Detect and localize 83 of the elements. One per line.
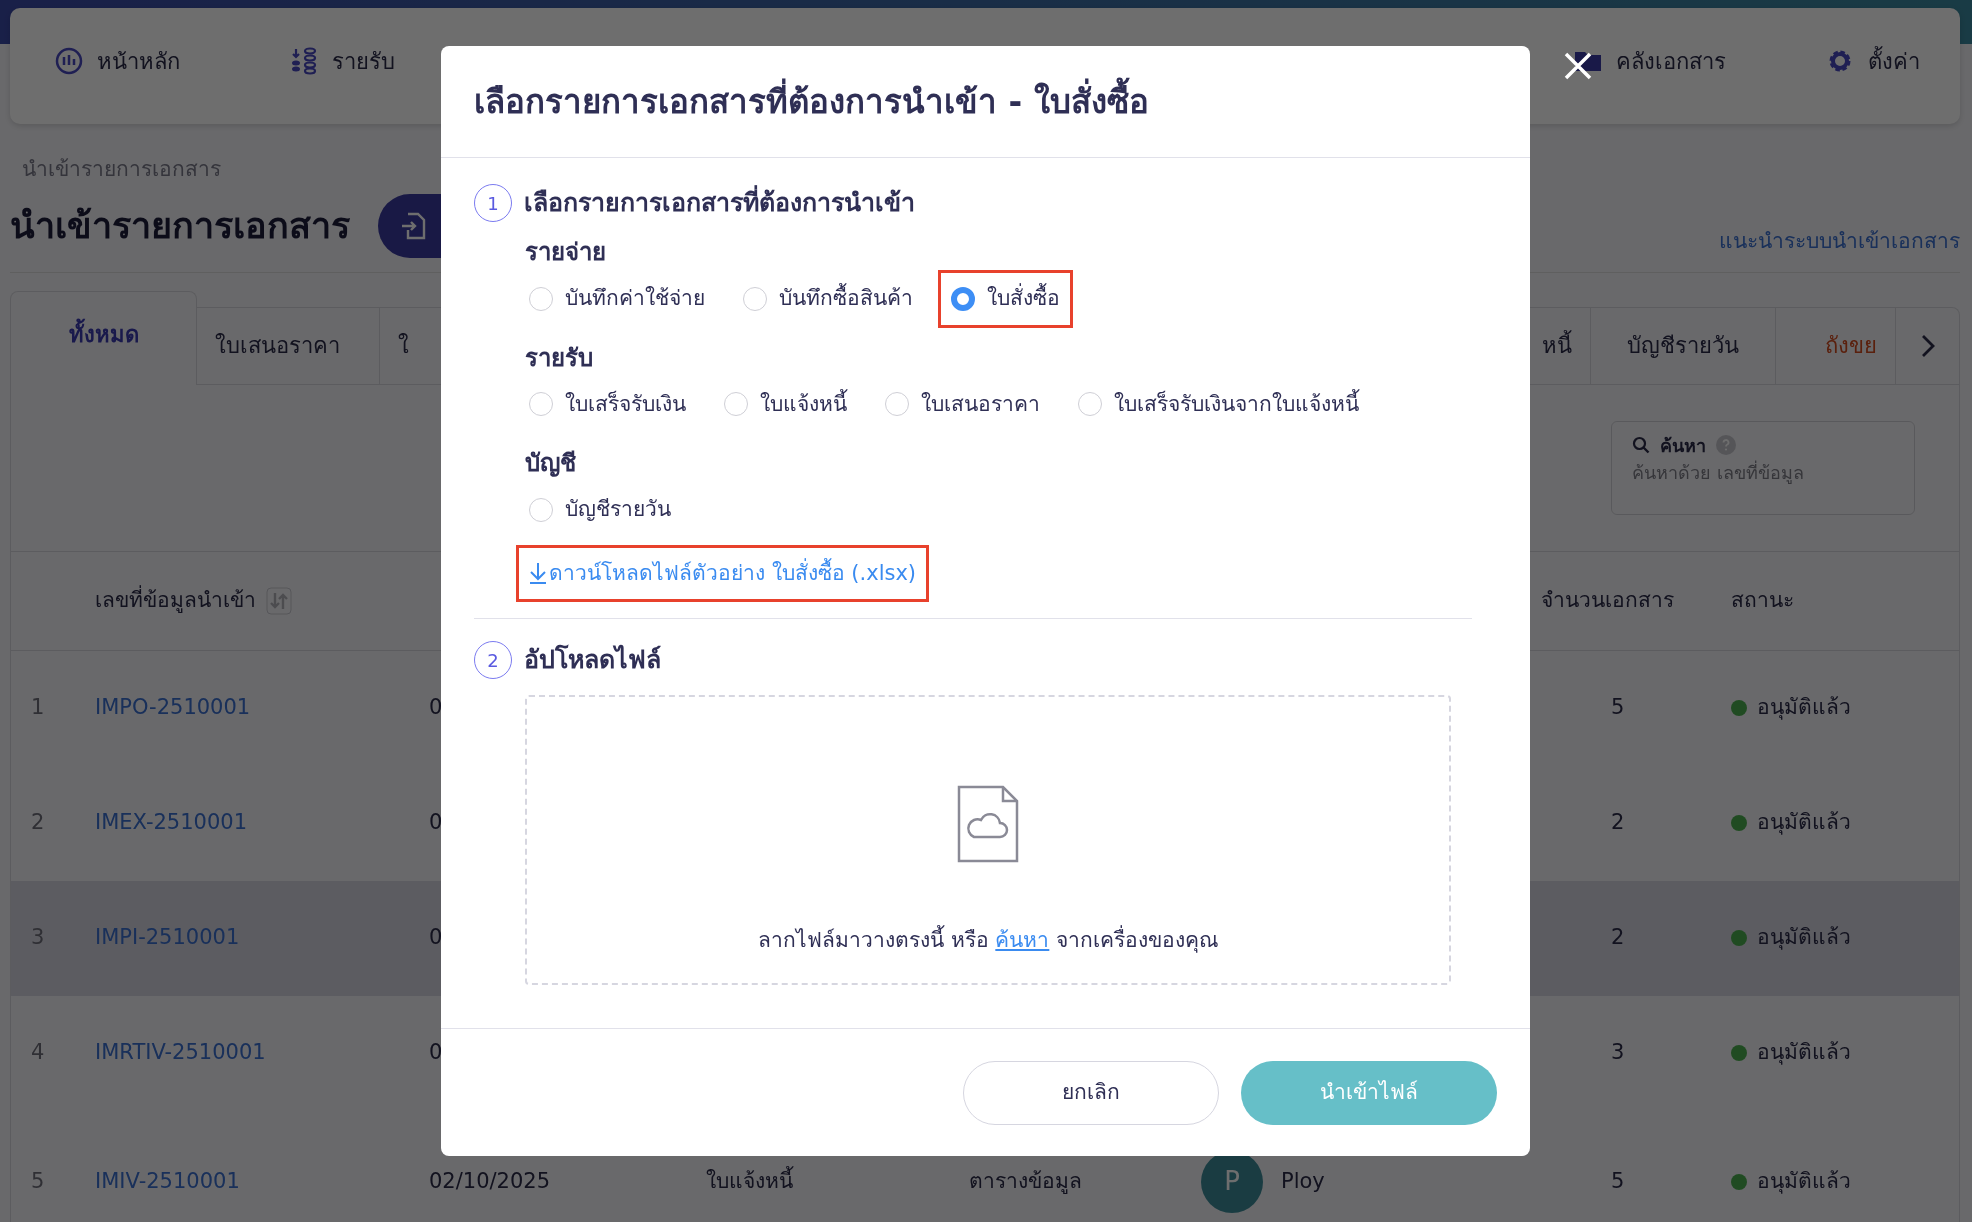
nav-link[interactable]: คลังเอกสาร <box>1616 44 1726 78</box>
radio-label[interactable]: ใบแจ้งหนี้ <box>760 388 847 420</box>
table-cell-text: 2 <box>1610 810 1625 835</box>
radio-label[interactable]: ใบเสร็จรับเงินจากใบแจ้งหนี้ <box>1114 388 1359 420</box>
page-title: นำเข้ารายการเอกสาร <box>10 203 350 248</box>
column-header: เลขที่ข้อมูลนำเข้า <box>95 584 256 615</box>
column-header: สถานะ <box>1731 586 1794 614</box>
radio-label[interactable]: บันทึกค่าใช้จ่าย <box>565 283 705 315</box>
status-text: อนุมัติแล้ว <box>1757 694 1851 722</box>
nav-link[interactable]: หน้าหลัก <box>97 44 180 78</box>
radio-label[interactable]: บัญชีรายวัน <box>565 494 671 526</box>
download-link[interactable]: ดาวน์โหลดไฟล์ตัวอย่าง ใบสั่งซื้อ (.xlsx) <box>516 544 930 602</box>
radio-button[interactable] <box>1078 392 1102 417</box>
tab[interactable]: ทั้งหมด <box>10 290 197 385</box>
nav-link[interactable]: รายรับ <box>332 44 395 78</box>
tab[interactable]: ใบเสนอราคา <box>197 306 380 385</box>
table-cell-text: 5 <box>1610 695 1625 720</box>
record-link[interactable]: IMPI-2510001 <box>76 925 240 950</box>
status-text: อนุมัติแล้ว <box>1757 1039 1851 1067</box>
row-number: 4 <box>30 1040 45 1065</box>
table-cell: 0 <box>429 695 443 720</box>
radio-button[interactable] <box>885 392 909 417</box>
nav-link[interactable]: ตั้งค่า <box>1868 44 1920 78</box>
coins-icon <box>290 47 318 75</box>
status-dot <box>1731 700 1747 716</box>
row-number: 2 <box>30 810 45 835</box>
chevron-right-icon <box>1920 333 1935 358</box>
chart-icon <box>55 47 83 75</box>
status-text: อนุมัติแล้ว <box>1757 924 1851 952</box>
record-link[interactable]: IMIV-2510001 <box>76 1168 240 1193</box>
sort-icon[interactable] <box>266 586 292 615</box>
tab[interactable]: ถังขย <box>1776 306 1896 385</box>
group-label: รายจ่าย <box>525 237 607 268</box>
radio-button[interactable] <box>529 392 553 417</box>
row-number: 1 <box>30 695 45 720</box>
status-dot <box>1731 930 1747 946</box>
table-cell: 0 <box>429 810 443 835</box>
table-cell: ใบแจ้งหนี้ <box>706 1168 793 1193</box>
radio-button[interactable] <box>951 286 975 311</box>
radio-label[interactable]: บันทึกซื้อสินค้า <box>779 283 913 315</box>
table-cell: 0 <box>429 925 443 950</box>
record-link[interactable]: IMPO-2510001 <box>76 695 251 720</box>
group-label: รายรับ <box>525 342 594 374</box>
radio-button[interactable] <box>529 497 553 522</box>
cloud-file-icon <box>957 785 1019 863</box>
status-dot <box>1731 815 1747 831</box>
radio-button[interactable] <box>743 286 767 311</box>
search-label: ค้นหา <box>1660 433 1706 458</box>
step-title: เลือกรายการเอกสารที่ต้องการนำเข้า <box>524 184 915 222</box>
record-link[interactable]: IMEX-2510001 <box>76 810 248 835</box>
cancel-button[interactable]: ยกเลิก <box>963 1060 1219 1125</box>
search-icon <box>1632 436 1650 454</box>
radio-button[interactable] <box>529 286 553 311</box>
table-cell-text: 2 <box>1610 925 1625 950</box>
table-cell-text: 5 <box>1610 1168 1625 1193</box>
record-link[interactable]: IMRTIV-2510001 <box>76 1040 266 1065</box>
tab[interactable]: บัญชีรายวัน <box>1591 306 1776 385</box>
download-icon <box>529 562 547 585</box>
drop-instruction: ลากไฟล์มาวางตรงนี้ หรือ ค้นหา จากเครื่องของคุณ <box>757 925 1218 957</box>
status-text: อนุมัติแล้ว <box>1757 809 1851 837</box>
import-file-button[interactable]: นำเข้าไฟล์ <box>1241 1060 1497 1125</box>
radio-button[interactable] <box>724 392 748 417</box>
radio-label[interactable]: ใบเสร็จรับเงิน <box>565 388 686 420</box>
table-cell: 02/10/2025 <box>429 1168 551 1193</box>
status-text: อนุมัติแล้ว <box>1757 1167 1851 1196</box>
guide-link[interactable]: แนะนำระบบนำเข้าเอกสาร <box>1719 226 1960 258</box>
column-header: จำนวนเอกสาร <box>1541 586 1674 614</box>
next-tabs-button[interactable] <box>1896 306 1960 385</box>
step-title: อัปโหลดไฟล์ <box>524 643 661 677</box>
file-import-icon <box>400 211 426 240</box>
drop-zone[interactable]: ลากไฟล์มาวางตรงนี้ หรือ ค้นหา จากเครื่องของคุณ <box>525 695 1451 985</box>
browse-link[interactable]: ค้นหา <box>995 928 1050 952</box>
help-icon[interactable] <box>1716 435 1736 455</box>
group-label: บัญชี <box>525 448 577 479</box>
status-dot <box>1731 1173 1747 1190</box>
radio-label[interactable]: ใบเสนอราคา <box>921 388 1040 420</box>
table-cell: 0 <box>429 1040 443 1065</box>
row-number: 5 <box>30 1168 45 1193</box>
table-cell: ตารางข้อมูล <box>969 1168 1082 1193</box>
radio-label[interactable]: ใบสั่งซื้อ <box>987 283 1060 315</box>
status-dot <box>1731 1045 1747 1061</box>
table-cell-text: 3 <box>1610 1040 1625 1065</box>
user-name: Ploy <box>1281 1167 1325 1195</box>
